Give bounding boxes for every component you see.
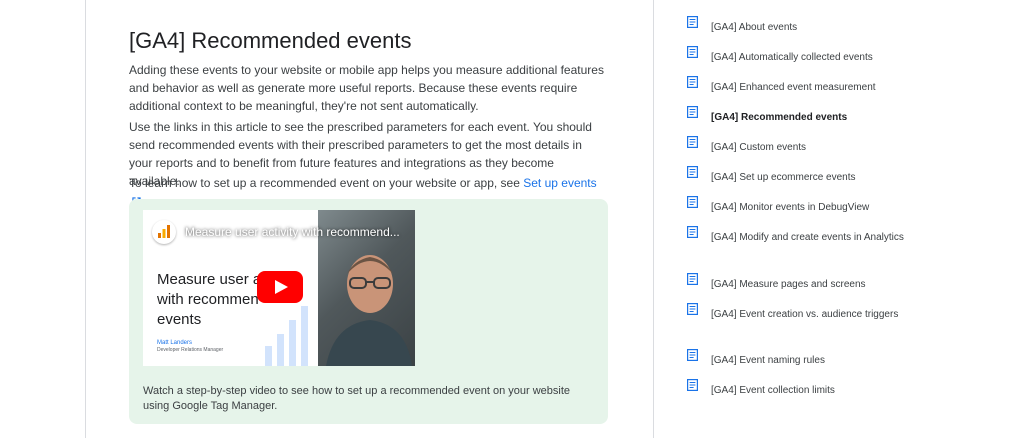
- toc-item-label: [GA4] Monitor events in DebugView: [711, 202, 870, 213]
- toc-item[interactable]: [GA4] Modify and create events in Analyt…: [687, 226, 917, 246]
- document-icon: [687, 76, 698, 88]
- toc-item[interactable]: [GA4] Set up ecommerce events: [687, 166, 917, 186]
- toc-item-label: [GA4] Recommended events: [711, 112, 848, 123]
- video-callout: Measure user ac with recommen events Mat…: [129, 199, 608, 424]
- document-icon: [687, 273, 698, 285]
- analytics-logo-icon: [158, 225, 170, 238]
- toc-item[interactable]: [GA4] Monitor events in DebugView: [687, 196, 917, 216]
- presenter-role: Developer Relations Manager: [157, 347, 224, 353]
- document-icon: [687, 379, 698, 391]
- toc-item-label: [GA4] Modify and create events in Analyt…: [711, 232, 904, 243]
- setup-prefix: To learn how to set up a recommended eve…: [129, 176, 520, 190]
- setup-events-link-label: Set up events: [523, 176, 597, 190]
- toc-item-label: [GA4] Event creation vs. audience trigge…: [711, 309, 899, 320]
- bar-graphic: [265, 306, 308, 366]
- toc-item-label: [GA4] Enhanced event measurement: [711, 82, 876, 93]
- document-icon: [687, 166, 698, 178]
- document-icon: [687, 46, 698, 58]
- document-icon: [687, 303, 698, 315]
- toc-item-label: [GA4] Automatically collected events: [711, 52, 873, 63]
- document-icon: [687, 349, 698, 361]
- toc-item-label: [GA4] Event collection limits: [711, 385, 835, 396]
- toc-item[interactable]: [GA4] Automatically collected events: [687, 46, 917, 66]
- document-icon: [687, 196, 698, 208]
- toc-item[interactable]: [GA4] Measure pages and screens: [687, 273, 917, 293]
- document-icon: [687, 136, 698, 148]
- toc-item-label: [GA4] About events: [711, 22, 798, 33]
- toc-item[interactable]: [GA4] Event naming rules: [687, 349, 917, 369]
- intro-paragraph: Adding these events to your website or m…: [129, 63, 604, 113]
- page-title: [GA4] Recommended events: [129, 28, 412, 53]
- toc-item[interactable]: [GA4] Custom events: [687, 136, 917, 156]
- document-icon: [687, 16, 698, 28]
- presenter-name: Matt Landers: [157, 340, 193, 346]
- toc-item-label: [GA4] Event naming rules: [711, 355, 825, 366]
- channel-avatar[interactable]: [152, 220, 176, 244]
- sidebar-divider: [653, 0, 654, 438]
- document-icon: [687, 226, 698, 238]
- left-page-border: [85, 0, 86, 438]
- toc-item[interactable]: [GA4] Event creation vs. audience trigge…: [687, 303, 917, 323]
- video-title[interactable]: Measure user activity with recommend...: [185, 225, 400, 239]
- presenter-figure: [326, 255, 412, 366]
- toc-item[interactable]: [GA4] Event collection limits: [687, 379, 917, 399]
- video-player[interactable]: Measure user ac with recommen events Mat…: [143, 210, 415, 366]
- video-slide-heading: Measure user ac with recommen events: [157, 271, 269, 328]
- toc-item[interactable]: [GA4] Recommended events: [687, 106, 917, 126]
- document-icon: [687, 106, 698, 118]
- video-caption: Watch a step-by-step video to see how to…: [143, 385, 570, 412]
- toc-item-label: [GA4] Measure pages and screens: [711, 279, 866, 290]
- toc-item-label: [GA4] Set up ecommerce events: [711, 172, 856, 183]
- toc-item[interactable]: [GA4] About events: [687, 16, 917, 36]
- play-button-icon[interactable]: [257, 271, 303, 303]
- toc-item[interactable]: [GA4] Enhanced event measurement: [687, 76, 917, 96]
- toc-item-label: [GA4] Custom events: [711, 142, 807, 153]
